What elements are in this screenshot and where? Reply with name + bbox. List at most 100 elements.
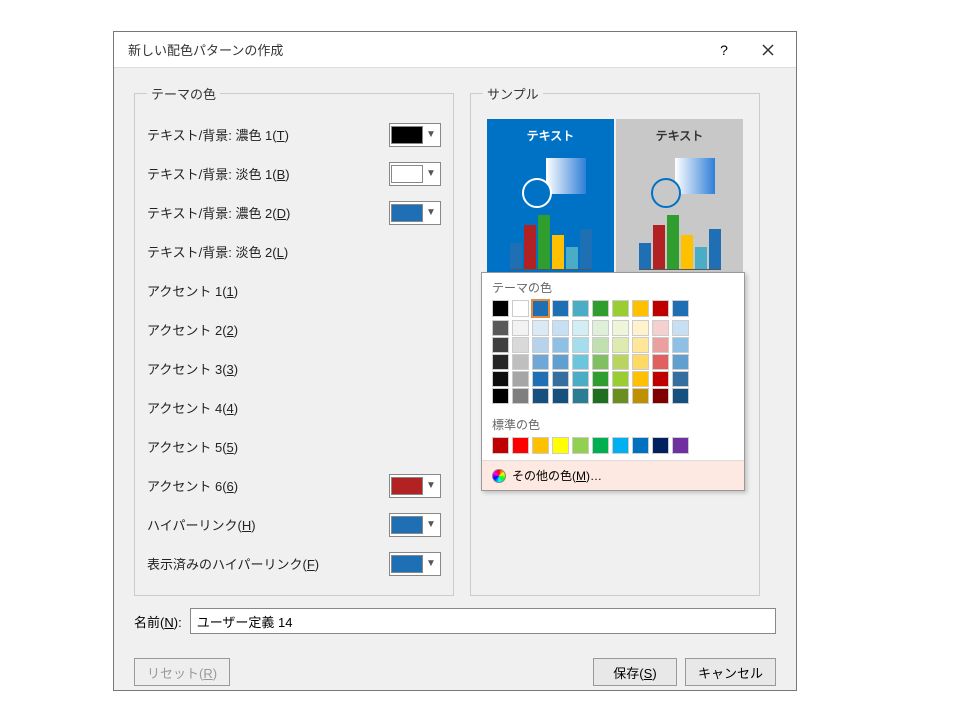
tint-swatch[interactable]: [632, 354, 649, 370]
tint-swatch[interactable]: [652, 337, 669, 353]
tint-swatch[interactable]: [592, 337, 609, 353]
theme-swatch[interactable]: [592, 300, 609, 317]
color-row-7: アクセント 4(4): [147, 388, 441, 427]
color-swatch-11[interactable]: ▼: [389, 552, 441, 576]
tint-swatch[interactable]: [552, 371, 569, 387]
theme-swatch[interactable]: [532, 300, 549, 317]
tint-swatch[interactable]: [512, 320, 529, 336]
color-row-label: テキスト/背景: 淡色 2(L): [147, 242, 288, 261]
standard-swatch[interactable]: [512, 437, 529, 454]
standard-swatch[interactable]: [612, 437, 629, 454]
tint-swatch[interactable]: [592, 371, 609, 387]
tint-swatch[interactable]: [572, 388, 589, 404]
tint-swatch[interactable]: [652, 320, 669, 336]
standard-swatch[interactable]: [632, 437, 649, 454]
color-row-label: テキスト/背景: 淡色 1(B): [147, 164, 290, 183]
tint-swatch[interactable]: [552, 388, 569, 404]
reset-button[interactable]: リセット(R): [134, 658, 230, 686]
chart-bar: [552, 235, 564, 269]
tint-swatch[interactable]: [512, 371, 529, 387]
color-swatch-9[interactable]: ▼: [389, 474, 441, 498]
tint-column: [612, 320, 629, 404]
tint-swatch[interactable]: [492, 388, 509, 404]
tint-swatch[interactable]: [672, 371, 689, 387]
palette-icon: [492, 469, 506, 483]
tint-swatch[interactable]: [552, 320, 569, 336]
tint-swatch[interactable]: [512, 354, 529, 370]
tint-swatch[interactable]: [572, 320, 589, 336]
tint-swatch[interactable]: [572, 354, 589, 370]
tint-swatch[interactable]: [632, 371, 649, 387]
standard-swatch[interactable]: [552, 437, 569, 454]
tint-swatch[interactable]: [652, 388, 669, 404]
theme-swatch[interactable]: [632, 300, 649, 317]
tint-swatch[interactable]: [572, 371, 589, 387]
theme-swatch[interactable]: [492, 300, 509, 317]
sample-legend: サンプル: [483, 84, 543, 103]
chart-bar: [566, 247, 578, 269]
tint-swatch[interactable]: [552, 354, 569, 370]
theme-swatch[interactable]: [552, 300, 569, 317]
tint-swatch[interactable]: [512, 388, 529, 404]
color-swatch-2[interactable]: ▼: [389, 201, 441, 225]
tint-swatch[interactable]: [612, 371, 629, 387]
tint-swatch[interactable]: [492, 320, 509, 336]
tint-swatch[interactable]: [632, 320, 649, 336]
tint-swatch[interactable]: [652, 371, 669, 387]
tint-swatch[interactable]: [572, 337, 589, 353]
tint-swatch[interactable]: [492, 337, 509, 353]
sample-light-shapes: [645, 158, 715, 208]
tint-swatch[interactable]: [492, 354, 509, 370]
color-row-label: アクセント 6(6): [147, 476, 238, 495]
color-swatch-10[interactable]: ▼: [389, 513, 441, 537]
cancel-button[interactable]: キャンセル: [685, 658, 776, 686]
help-button[interactable]: ?: [702, 35, 746, 65]
tint-swatch[interactable]: [532, 320, 549, 336]
tint-swatch[interactable]: [612, 337, 629, 353]
theme-swatch[interactable]: [652, 300, 669, 317]
tint-swatch[interactable]: [552, 337, 569, 353]
tint-swatch[interactable]: [672, 354, 689, 370]
standard-swatch[interactable]: [572, 437, 589, 454]
tint-swatch[interactable]: [612, 388, 629, 404]
color-swatch-0[interactable]: ▼: [389, 123, 441, 147]
tint-swatch[interactable]: [592, 320, 609, 336]
color-row-1: テキスト/背景: 淡色 1(B) ▼: [147, 154, 441, 193]
tint-swatch[interactable]: [612, 354, 629, 370]
name-row: 名前(N):: [134, 608, 776, 634]
tint-swatch[interactable]: [672, 388, 689, 404]
more-colors-item[interactable]: その他の色(M)…: [482, 460, 744, 490]
more-colors-label: その他の色(M)…: [512, 467, 602, 484]
standard-swatch[interactable]: [532, 437, 549, 454]
tint-column: [632, 320, 649, 404]
tint-swatch[interactable]: [512, 337, 529, 353]
color-row-label: アクセント 2(2): [147, 320, 238, 339]
tint-swatch[interactable]: [592, 354, 609, 370]
close-button[interactable]: [746, 35, 790, 65]
tint-swatch[interactable]: [632, 388, 649, 404]
tint-swatch[interactable]: [532, 371, 549, 387]
tint-swatch[interactable]: [672, 337, 689, 353]
theme-swatch[interactable]: [512, 300, 529, 317]
theme-color-row: [492, 300, 734, 317]
tint-swatch[interactable]: [612, 320, 629, 336]
tint-swatch[interactable]: [532, 354, 549, 370]
tint-swatch[interactable]: [532, 337, 549, 353]
name-input[interactable]: [190, 608, 776, 634]
tint-swatch[interactable]: [592, 388, 609, 404]
standard-swatch[interactable]: [592, 437, 609, 454]
save-button[interactable]: 保存(S): [593, 658, 677, 686]
standard-swatch[interactable]: [672, 437, 689, 454]
tint-swatch[interactable]: [672, 320, 689, 336]
theme-swatch[interactable]: [612, 300, 629, 317]
standard-swatch[interactable]: [652, 437, 669, 454]
theme-swatch[interactable]: [672, 300, 689, 317]
color-swatch-1[interactable]: ▼: [389, 162, 441, 186]
standard-swatch[interactable]: [492, 437, 509, 454]
tint-swatch[interactable]: [632, 337, 649, 353]
tint-swatch[interactable]: [652, 354, 669, 370]
theme-swatch[interactable]: [572, 300, 589, 317]
tint-swatch[interactable]: [492, 371, 509, 387]
chart-bar: [538, 215, 550, 269]
tint-swatch[interactable]: [532, 388, 549, 404]
